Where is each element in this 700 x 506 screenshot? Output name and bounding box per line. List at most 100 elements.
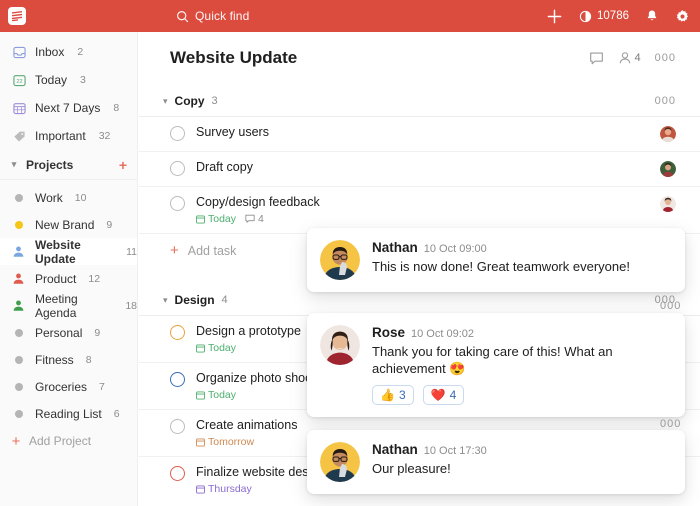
add-task-label: Add task <box>188 244 237 258</box>
karma-count: 10786 <box>597 10 629 22</box>
sidebar-item-next-7-days[interactable]: Next 7 Days 8 <box>0 94 137 122</box>
task-checkbox[interactable] <box>170 419 185 434</box>
section-header-copy[interactable]: ▾ Copy 3 000 <box>139 86 700 116</box>
sidebar-project-personal[interactable]: Personal 9 <box>0 319 137 346</box>
shared-project-person-icon <box>12 272 26 286</box>
chevron-down-icon: ▾ <box>8 159 20 170</box>
sidebar-project-product[interactable]: Product 12 <box>0 265 137 292</box>
bell-icon[interactable] <box>645 9 659 24</box>
comment-text: This is now done! Great teamwork everyon… <box>372 258 671 275</box>
task-body: Copy/design feedback Today 4 <box>196 195 660 225</box>
week-calendar-icon <box>12 101 26 115</box>
task-checkbox[interactable] <box>170 325 185 340</box>
comment-card[interactable]: Rose 10 Oct 09:02 Thank you for taking c… <box>307 313 685 417</box>
task-row[interactable]: Draft copy <box>139 151 700 186</box>
avatar <box>320 240 360 280</box>
sidebar-item-label: Important <box>35 129 86 143</box>
comment-body: Nathan 10 Oct 09:00 This is now done! Gr… <box>372 240 671 280</box>
task-row[interactable]: Copy/design feedback Today 4 <box>139 186 700 233</box>
sidebar-project-reading-list[interactable]: Reading List 6 <box>0 400 137 427</box>
project-color-dot <box>15 194 23 202</box>
avatar <box>320 325 360 365</box>
sidebar-item-count: 2 <box>77 46 83 58</box>
due-date-label: Tomorrow <box>208 436 254 448</box>
shared-project-person-icon <box>12 299 26 313</box>
inbox-icon <box>12 45 26 59</box>
person-icon <box>618 51 632 65</box>
gear-icon[interactable] <box>675 9 690 24</box>
reaction-heart[interactable]: ❤️ 4 <box>423 385 465 405</box>
task-checkbox[interactable] <box>170 372 185 387</box>
section-title: Design <box>175 293 215 307</box>
project-label: New Brand <box>35 218 94 232</box>
project-label: Fitness <box>35 353 74 367</box>
comment-more-menu[interactable]: 000 <box>660 300 681 312</box>
plus-icon: + <box>170 243 179 258</box>
project-count: 12 <box>88 273 100 285</box>
add-project-plus-icon[interactable]: + <box>119 158 127 172</box>
sidebar-project-work[interactable]: Work 10 <box>0 184 137 211</box>
project-count: 9 <box>106 219 112 231</box>
collaborators-button[interactable]: 4 <box>618 51 641 65</box>
project-label: Website Update <box>35 238 114 266</box>
project-label: Groceries <box>35 380 87 394</box>
comment-card[interactable]: Nathan 10 Oct 09:00 This is now done! Gr… <box>307 228 685 292</box>
sidebar-item-inbox[interactable]: Inbox 2 <box>0 38 137 66</box>
reaction-count: 4 <box>450 388 457 402</box>
page-more-menu[interactable]: 000 <box>655 52 676 64</box>
task-checkbox[interactable] <box>170 161 185 176</box>
sidebar-item-important[interactable]: Important 32 <box>0 122 137 150</box>
sidebar-project-fitness[interactable]: Fitness 8 <box>0 346 137 373</box>
comment-header: Nathan 10 Oct 17:30 <box>372 442 671 457</box>
task-due-date[interactable]: Today <box>196 342 236 354</box>
comment-author: Nathan <box>372 442 418 457</box>
task-due-date[interactable]: Today <box>196 213 236 225</box>
projects-header[interactable]: ▾ Projects + <box>0 150 137 180</box>
karma-widget[interactable]: 10786 <box>579 10 629 23</box>
comment-icon <box>245 214 255 224</box>
comment-card[interactable]: Nathan 10 Oct 17:30 Our pleasure! <box>307 430 685 494</box>
task-checkbox[interactable] <box>170 126 185 141</box>
top-bar-actions: 10786 <box>546 8 690 25</box>
reaction-thumbsup[interactable]: 👍 3 <box>372 385 414 405</box>
app-logo[interactable] <box>8 7 26 25</box>
task-checkbox[interactable] <box>170 466 185 481</box>
project-count: 7 <box>99 381 105 393</box>
task-due-date[interactable]: Today <box>196 389 236 401</box>
today-calendar-icon: 22 <box>12 73 26 87</box>
due-date-label: Today <box>208 213 236 225</box>
sidebar-project-new-brand[interactable]: New Brand 9 <box>0 211 137 238</box>
add-project-label: Add Project <box>29 434 91 448</box>
comment-more-menu[interactable]: 000 <box>660 418 681 430</box>
due-date-label: Today <box>208 389 236 401</box>
comment-time: 10 Oct 17:30 <box>424 445 487 457</box>
avatar <box>660 196 676 212</box>
section-more-menu[interactable]: 000 <box>655 95 676 107</box>
task-due-date[interactable]: Tomorrow <box>196 436 254 448</box>
calendar-icon <box>196 344 205 353</box>
task-due-date[interactable]: Thursday <box>196 483 252 495</box>
comment-icon[interactable] <box>589 51 604 66</box>
due-date-label: Thursday <box>208 483 252 495</box>
sidebar-project-website-update[interactable]: Website Update 11 <box>0 238 137 265</box>
sidebar-item-label: Inbox <box>35 45 64 59</box>
add-project-button[interactable]: + Add Project <box>0 427 137 455</box>
task-row[interactable]: Survey users <box>139 116 700 151</box>
plus-icon[interactable] <box>546 8 563 25</box>
calendar-icon <box>196 391 205 400</box>
sidebar-project-meeting-agenda[interactable]: Meeting Agenda 18 <box>0 292 137 319</box>
project-color-dot <box>15 221 23 229</box>
comment-reactions: 👍 3 ❤️ 4 <box>372 385 671 405</box>
sidebar-project-groceries[interactable]: Groceries 7 <box>0 373 137 400</box>
sidebar: Inbox 2 22 Today 3 Next 7 Days 8 <box>0 32 138 506</box>
quick-find[interactable]: Quick find <box>176 9 249 23</box>
sidebar-item-today[interactable]: 22 Today 3 <box>0 66 137 94</box>
project-count: 9 <box>94 327 100 339</box>
section-count: 4 <box>222 294 228 306</box>
chevron-down-icon: ▾ <box>163 295 168 306</box>
section-title: Copy <box>175 94 205 108</box>
calendar-icon <box>196 438 205 447</box>
page-header: Website Update 4 000 <box>139 32 700 68</box>
task-comment-count[interactable]: 4 <box>245 213 264 225</box>
task-checkbox[interactable] <box>170 196 185 211</box>
